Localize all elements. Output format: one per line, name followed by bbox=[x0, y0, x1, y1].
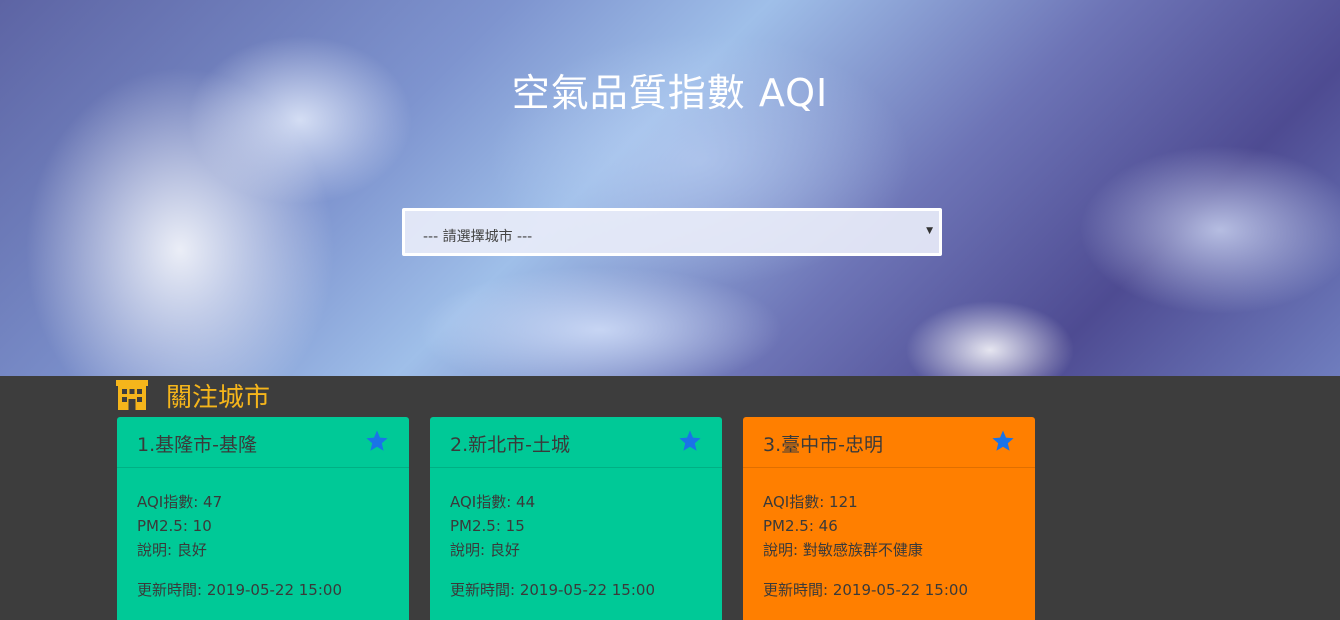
aqi-value: AQI指數: 44 bbox=[450, 493, 536, 511]
page-title: 空氣品質指數 AQI bbox=[511, 71, 829, 115]
aqi-description: 說明: 對敏感族群不健康 bbox=[763, 541, 923, 559]
city-card-list: 1.基隆市-基隆 AQI指數: 47 PM2.5: 10 說明: 良好 更新時間… bbox=[117, 417, 1117, 620]
card-body: AQI指數: 44 PM2.5: 15 說明: 良好 更新時間: 2019-05… bbox=[430, 468, 722, 602]
update-time: 更新時間: 2019-05-22 15:00 bbox=[450, 581, 655, 599]
pm25-value: PM2.5: 15 bbox=[450, 517, 525, 535]
followed-cities-header: 關注城市 bbox=[116, 378, 271, 413]
card-body: AQI指數: 47 PM2.5: 10 說明: 良好 更新時間: 2019-05… bbox=[117, 468, 409, 602]
card-title: 1.基隆市-基隆 bbox=[137, 434, 257, 456]
pm25-value: PM2.5: 46 bbox=[763, 517, 838, 535]
aqi-description: 說明: 良好 bbox=[137, 541, 207, 559]
city-select[interactable]: --- 請選擇城市 --- ▼ bbox=[402, 208, 942, 256]
caret-down-icon: ▼ bbox=[926, 226, 933, 236]
city-card[interactable]: 2.新北市-土城 AQI指數: 44 PM2.5: 15 說明: 良好 更新時間… bbox=[430, 417, 722, 620]
pm25-value: PM2.5: 10 bbox=[137, 517, 212, 535]
card-body: AQI指數: 121 PM2.5: 46 說明: 對敏感族群不健康 更新時間: … bbox=[743, 468, 1035, 602]
update-time: 更新時間: 2019-05-22 15:00 bbox=[763, 581, 968, 599]
city-select-value: --- 請選擇城市 --- bbox=[423, 229, 533, 245]
card-header: 1.基隆市-基隆 bbox=[117, 417, 409, 468]
card-title: 3.臺中市-忠明 bbox=[763, 434, 883, 456]
building-icon bbox=[116, 380, 148, 410]
card-header: 2.新北市-土城 bbox=[430, 417, 722, 468]
star-icon[interactable] bbox=[678, 429, 702, 453]
star-icon[interactable] bbox=[991, 429, 1015, 453]
card-title: 2.新北市-土城 bbox=[450, 434, 570, 456]
update-time: 更新時間: 2019-05-22 15:00 bbox=[137, 581, 342, 599]
aqi-description: 說明: 良好 bbox=[450, 541, 520, 559]
star-icon[interactable] bbox=[365, 429, 389, 453]
card-header: 3.臺中市-忠明 bbox=[743, 417, 1035, 468]
aqi-value: AQI指數: 47 bbox=[137, 493, 223, 511]
aqi-value: AQI指數: 121 bbox=[763, 493, 858, 511]
city-card[interactable]: 3.臺中市-忠明 AQI指數: 121 PM2.5: 46 說明: 對敏感族群不… bbox=[743, 417, 1035, 620]
city-card[interactable]: 1.基隆市-基隆 AQI指數: 47 PM2.5: 10 說明: 良好 更新時間… bbox=[117, 417, 409, 620]
section-title: 關注城市 bbox=[166, 382, 271, 413]
hero-banner: 空氣品質指數 AQI --- 請選擇城市 --- ▼ bbox=[0, 0, 1340, 376]
